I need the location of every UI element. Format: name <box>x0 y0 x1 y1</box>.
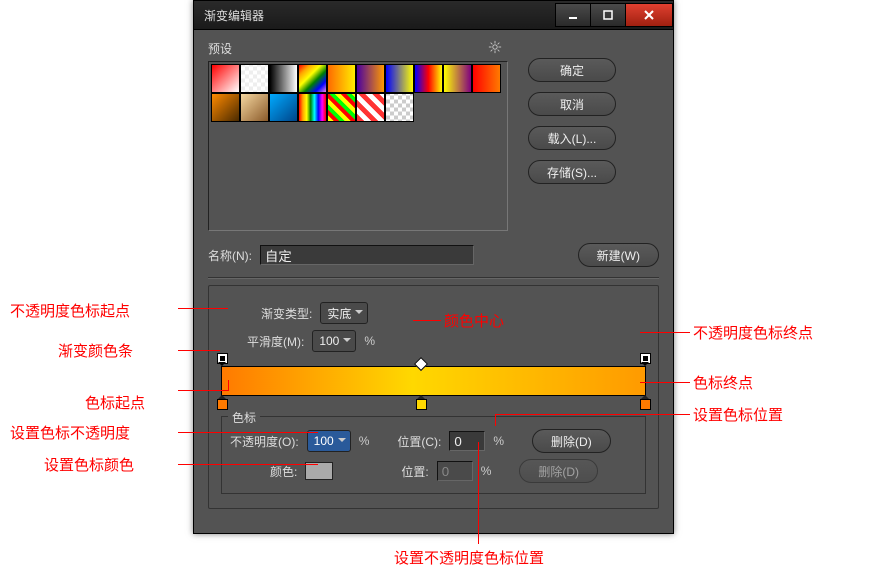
preset-swatch[interactable] <box>269 64 298 93</box>
preset-swatch[interactable] <box>211 93 240 122</box>
preset-swatch[interactable] <box>385 64 414 93</box>
minimize-button[interactable] <box>555 3 591 27</box>
annotation: 设置色标不透明度 <box>10 422 130 443</box>
color-stop-mid[interactable] <box>416 399 426 409</box>
presets-label: 预设 <box>208 40 232 57</box>
color-label: 颜色: <box>270 463 297 480</box>
preset-swatch[interactable] <box>414 64 443 93</box>
preset-swatch[interactable] <box>472 64 501 93</box>
annotation: 设置不透明度色标位置 <box>394 547 544 568</box>
annotation: 颜色中心 <box>444 310 504 331</box>
titlebar[interactable]: 渐变编辑器 <box>194 1 673 30</box>
preset-swatch[interactable] <box>269 93 298 122</box>
annotation: 不透明度色标终点 <box>693 322 813 343</box>
preset-swatch[interactable] <box>385 93 414 122</box>
annotation: 渐变颜色条 <box>58 340 133 361</box>
annotation: 设置色标颜色 <box>44 454 134 475</box>
annotation: 设置色标位置 <box>693 404 783 425</box>
smooth-label: 平滑度(M): <box>247 333 304 350</box>
preset-swatch[interactable] <box>240 93 269 122</box>
annotation: 不透明度色标起点 <box>10 300 130 321</box>
percent-label: % <box>364 334 375 348</box>
gradient-bar-area <box>221 366 646 396</box>
location2-label: 位置: <box>401 463 428 480</box>
opacity-label: 不透明度(O): <box>230 433 299 450</box>
color-stop-start[interactable] <box>217 399 227 409</box>
preset-swatch[interactable] <box>211 64 240 93</box>
delete-color-button: 删除(D) <box>519 459 598 483</box>
smooth-input[interactable]: 100 <box>312 330 356 352</box>
opacity-input[interactable]: 100 <box>307 430 351 452</box>
type-label: 渐变类型: <box>261 305 312 322</box>
preset-swatch[interactable] <box>327 64 356 93</box>
name-label: 名称(N): <box>208 247 252 264</box>
name-input[interactable] <box>260 245 474 265</box>
preset-swatch[interactable] <box>327 93 356 122</box>
stops-group-label: 色标 <box>228 409 260 426</box>
annotation: 色标终点 <box>693 372 753 393</box>
gradient-editor-dialog: 渐变编辑器 预设 <box>193 0 674 534</box>
gradient-bar[interactable] <box>221 366 646 396</box>
maximize-button[interactable] <box>590 3 626 27</box>
preset-swatch[interactable] <box>443 64 472 93</box>
preset-swatch[interactable] <box>298 64 327 93</box>
load-button[interactable]: 载入(L)... <box>528 126 616 150</box>
delete-stop-button[interactable]: 删除(D) <box>532 429 611 453</box>
preset-swatch[interactable] <box>356 93 385 122</box>
new-button[interactable]: 新建(W) <box>578 243 659 267</box>
preset-grid[interactable] <box>208 61 508 231</box>
location-label: 位置(C): <box>397 433 441 450</box>
preset-swatch[interactable] <box>240 64 269 93</box>
close-button[interactable] <box>625 3 673 27</box>
preset-swatch[interactable] <box>356 64 385 93</box>
type-select[interactable]: 实底 <box>320 302 368 324</box>
ok-button[interactable]: 确定 <box>528 58 616 82</box>
window-title: 渐变编辑器 <box>204 7 264 24</box>
preset-swatch[interactable] <box>298 93 327 122</box>
opacity-stop-start[interactable] <box>217 353 227 363</box>
gear-icon[interactable] <box>488 40 502 57</box>
save-button[interactable]: 存储(S)... <box>528 160 616 184</box>
location-input[interactable] <box>449 431 485 451</box>
opacity-stop-end[interactable] <box>640 353 650 363</box>
annotation: 色标起点 <box>85 392 145 413</box>
cancel-button[interactable]: 取消 <box>528 92 616 116</box>
color-stop-end[interactable] <box>640 399 650 409</box>
location2-input <box>437 461 473 481</box>
